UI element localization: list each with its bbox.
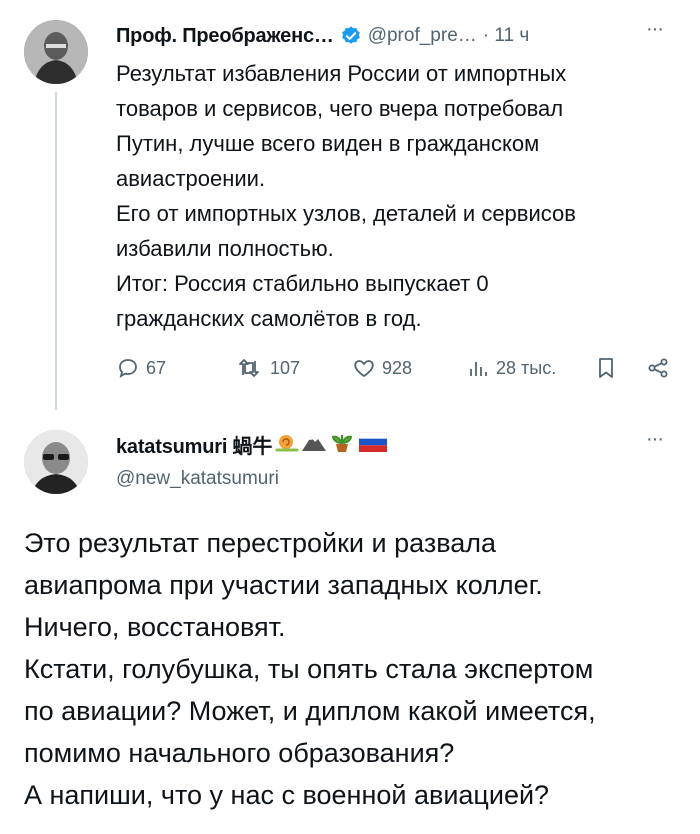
tweet-text-line: товаров и сервисов, чего вчера потребова… xyxy=(116,96,564,121)
share-button[interactable] xyxy=(646,356,676,380)
more-options-button[interactable]: ··· xyxy=(646,18,664,41)
avatar-katatsumuri[interactable] xyxy=(24,430,88,494)
handle[interactable]: @prof_pre… xyxy=(368,25,477,47)
tweet-text-line: Ничего, восстановят. xyxy=(24,612,286,642)
avatar-portrait-image xyxy=(24,20,88,84)
display-name[interactable]: Проф. Преображенс… xyxy=(116,25,334,48)
mountain-icon xyxy=(301,431,327,458)
tweet2-header: katatsumuri 蝸牛 xyxy=(116,430,388,459)
tweet-text-line: Его от импортных узлов, деталей и сервис… xyxy=(116,201,576,226)
handle[interactable]: @new_katatsumuri xyxy=(116,468,279,490)
views-button[interactable]: 28 тыс. xyxy=(466,356,556,380)
verified-badge-icon xyxy=(341,26,360,44)
snail-icon xyxy=(275,431,299,458)
bookmark-icon xyxy=(599,358,613,378)
views-icon xyxy=(470,362,487,376)
display-name[interactable]: katatsumuri 蝸牛 xyxy=(116,430,272,459)
tweet-text-line: Это результат перестройки и развала xyxy=(24,528,497,558)
tweet-text-line: гражданских самолётов в год. xyxy=(116,306,422,331)
tweet-text-line: авиастроении. xyxy=(116,166,266,191)
tweet-text-line: избавили полностью. xyxy=(116,236,334,261)
more-options-button[interactable]: ··· xyxy=(646,428,664,451)
tweet-text-line: Итог: Россия стабильно выпускает 0 xyxy=(116,271,489,296)
tweet-text-line: А напиши, что у нас с военной авиацией? xyxy=(24,780,550,810)
tweet-text-line: Результат избавления России от импортных xyxy=(116,61,567,86)
tweet1-header: Проф. Преображенс… @prof_pre… · 11 ч xyxy=(116,22,529,50)
tweet-text-line: Кстати, голубушка, ты опять стала экспер… xyxy=(24,654,594,684)
retweet-icon xyxy=(239,359,259,377)
like-count: 928 xyxy=(382,357,413,378)
retweet-button[interactable]: 107 xyxy=(234,356,300,380)
thread-connector-line xyxy=(55,92,57,410)
views-count: 28 тыс. xyxy=(496,357,557,378)
tweet-text-line: Путин, лучше всего виден в гражданском xyxy=(116,131,540,156)
tweet-text-line: авиапрома при участии западных коллег. xyxy=(24,570,543,600)
potted-plant-icon xyxy=(331,431,353,458)
avatar-portrait-image xyxy=(24,430,88,494)
tweet-text-line: по авиации? Может, и диплом какой имеетс… xyxy=(24,696,596,726)
retweet-count: 107 xyxy=(270,357,301,378)
like-button[interactable]: 928 xyxy=(352,356,412,380)
timestamp[interactable]: · 11 ч xyxy=(483,25,530,47)
russia-flag-icon xyxy=(358,431,388,457)
tweet-text-line: помимо начального образования? xyxy=(24,738,455,768)
reply-count: 67 xyxy=(146,357,167,378)
tweet1-text: Результат избавления России от импортных… xyxy=(116,56,576,336)
like-icon xyxy=(354,360,374,378)
reply-icon xyxy=(119,359,137,378)
share-icon xyxy=(648,358,668,378)
reply-button[interactable]: 67 xyxy=(116,356,166,380)
bookmark-button[interactable] xyxy=(594,356,624,380)
avatar-prof[interactable] xyxy=(24,20,88,84)
tweet2-text: Это результат перестройки и развала авиа… xyxy=(24,522,596,816)
